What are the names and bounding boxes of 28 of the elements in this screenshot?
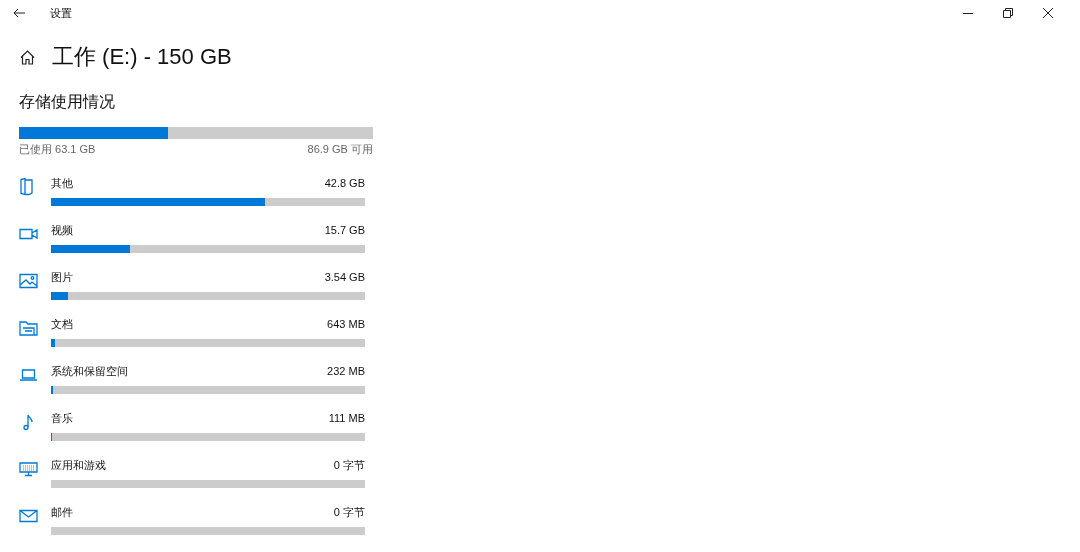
category-size: 111 MB <box>328 412 365 424</box>
free-label: 86.9 GB 可用 <box>307 142 373 157</box>
category-size: 0 字节 <box>333 504 365 520</box>
back-arrow-icon[interactable] <box>13 8 25 18</box>
page-title: 工作 (E:) - 150 GB <box>52 43 232 71</box>
category-name[interactable]: 音乐 <box>51 410 73 426</box>
category-name[interactable]: 文档 <box>51 316 73 332</box>
window-title: 设置 <box>50 5 72 21</box>
category-size: 42.8 GB <box>324 177 365 189</box>
category-size: 232 MB <box>327 365 365 377</box>
category-size: 0 字节 <box>333 457 365 473</box>
category-name[interactable]: 视频 <box>51 222 73 238</box>
section-heading: 存储使用情况 <box>19 92 116 112</box>
category-name[interactable]: 系统和保留空间 <box>51 363 128 379</box>
used-label: 已使用 63.1 GB <box>19 142 96 157</box>
category-size: 3.54 GB <box>324 271 365 283</box>
home-icon[interactable] <box>20 49 35 65</box>
folder-icon <box>19 318 38 337</box>
category-name[interactable]: 邮件 <box>51 504 73 520</box>
image-icon <box>19 271 38 290</box>
monitor-icon <box>19 459 38 478</box>
restore-icon <box>1003 8 1013 18</box>
category-name[interactable]: 图片 <box>51 269 73 285</box>
close-icon <box>1043 8 1053 18</box>
category-size: 15.7 GB <box>324 224 365 236</box>
category-name[interactable]: 应用和游戏 <box>51 457 106 473</box>
category-name[interactable]: 其他 <box>51 175 73 191</box>
category-size: 643 MB <box>327 318 365 330</box>
